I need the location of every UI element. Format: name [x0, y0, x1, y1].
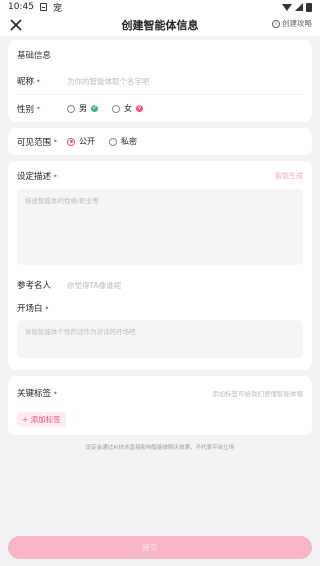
tags-header: 关键标签 • 添加标签可给我们更懂智能体哦 — [17, 376, 303, 407]
status-time: 10:45 — [8, 2, 34, 12]
opening-textarea[interactable] — [17, 320, 303, 358]
close-icon[interactable] — [8, 17, 24, 33]
description-label: 设定描述 — [17, 172, 52, 182]
visibility-card: 可见范围 • 公开 私密 — [8, 128, 312, 155]
gender-female-label: 女 — [124, 104, 132, 113]
visibility-public-radio[interactable]: 公开 — [67, 136, 95, 147]
required-mark: • — [44, 303, 50, 313]
visibility-label: 可见范围 — [17, 137, 52, 148]
gender-row: 性别 • 男 ♂ 女 ♀ — [17, 95, 303, 122]
basic-info-card: 基础信息 昵称 • 性别 • 男 ♂ 女 ♀ — [8, 40, 312, 122]
nickname-input[interactable] — [67, 76, 303, 86]
visibility-public-label: 公开 — [79, 137, 95, 146]
tags-card: 关键标签 • 添加标签可给我们更懂智能体哦 + 添加标签 — [8, 376, 312, 435]
ai-generate-button[interactable]: 智能生成 — [275, 171, 303, 181]
reference-label: 参考名人 — [17, 281, 52, 291]
required-mark: • — [36, 104, 41, 113]
submit-button[interactable]: 提交 — [8, 536, 312, 559]
disclaimer-text: 设定会通过AI技术直接影响智能体聊天效果，不代表平台立场 — [85, 445, 235, 451]
nav-bar: 创建智能体信息 i 创建攻略 — [0, 14, 320, 36]
radio-circle — [109, 137, 117, 146]
gender-male-label: 男 — [79, 104, 87, 113]
required-mark: • — [53, 137, 58, 146]
description-header: 设定描述 • 智能生成 — [17, 161, 303, 189]
add-tag-button[interactable]: + 添加标签 — [17, 412, 66, 427]
radio-circle — [67, 104, 75, 113]
description-textarea[interactable] — [17, 189, 303, 265]
required-mark: • — [53, 388, 58, 398]
gender-female-radio[interactable]: 女 ♀ — [112, 103, 143, 114]
submit-label: 提交 — [142, 543, 158, 552]
tags-hint: 添加标签可给我们更懂智能体哦 — [212, 390, 303, 398]
visibility-row: 可见范围 • 公开 私密 — [17, 128, 303, 155]
female-icon: ♀ — [136, 105, 143, 112]
signal-icon — [295, 3, 303, 11]
required-mark: • — [36, 76, 41, 86]
visibility-private-radio[interactable]: 私密 — [109, 136, 137, 147]
reference-input[interactable] — [67, 280, 303, 290]
battery-icon — [306, 2, 312, 12]
male-icon: ♂ — [91, 105, 98, 112]
gender-label: 性别 — [17, 104, 35, 115]
gender-male-radio[interactable]: 男 ♂ — [67, 103, 98, 114]
settings-card: 设定描述 • 智能生成 参考名人 开场白 • — [8, 161, 312, 370]
opening-header: 开场白 • — [17, 298, 303, 320]
visibility-private-label: 私密 — [121, 137, 137, 146]
nickname-row: 昵称 • — [17, 68, 303, 95]
guide-link[interactable]: i 创建攻略 — [272, 18, 312, 29]
app-notification-glyph: 宠 — [52, 3, 62, 14]
notification-icon — [39, 3, 47, 11]
nickname-label: 昵称 — [17, 77, 35, 87]
tags-label: 关键标签 — [17, 389, 52, 399]
opening-label: 开场白 — [17, 304, 43, 314]
info-icon: i — [272, 19, 280, 28]
radio-circle — [112, 104, 120, 113]
required-mark: • — [53, 171, 58, 181]
status-bar: 10:45 宠 — [0, 0, 320, 14]
guide-label: 创建攻略 — [282, 19, 312, 28]
basic-info-heading: 基础信息 — [17, 51, 52, 61]
page-title: 创建智能体信息 — [121, 19, 199, 32]
radio-circle-selected — [67, 137, 75, 146]
reference-row: 参考名人 — [17, 272, 303, 298]
wifi-icon — [282, 3, 292, 11]
